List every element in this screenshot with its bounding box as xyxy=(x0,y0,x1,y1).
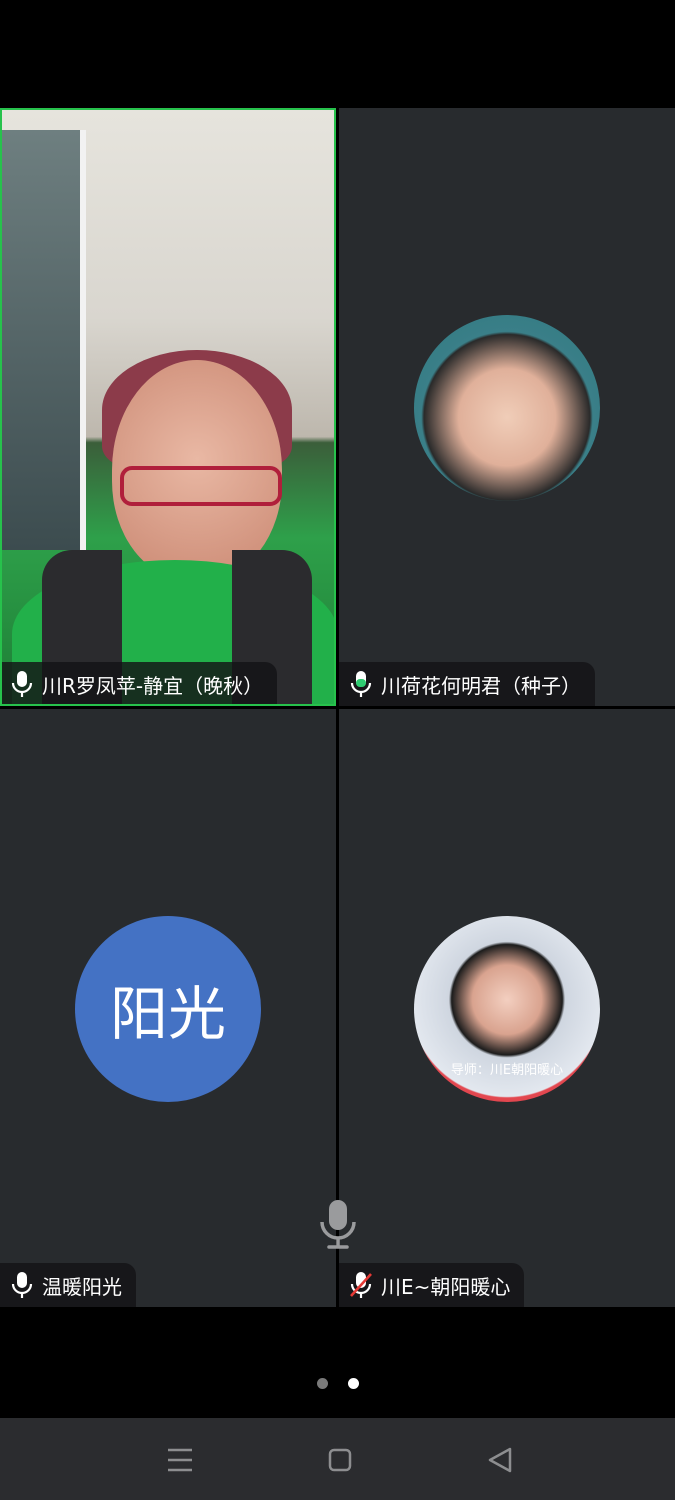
participant-name: 川R罗凤苹-静宜（晚秋） xyxy=(42,673,264,698)
microphone-button[interactable] xyxy=(318,1198,358,1250)
participant-tile-3[interactable]: 阳光 温暖阳光 xyxy=(0,709,336,1307)
participant-avatar xyxy=(414,315,600,501)
home-icon[interactable] xyxy=(320,1443,360,1477)
back-icon[interactable] xyxy=(480,1443,520,1477)
participant-name-label: 温暖阳光 xyxy=(0,1263,136,1307)
participant-tile-2[interactable]: 川荷花何明君（种子） xyxy=(339,108,675,706)
participant-tile-1[interactable]: 川R罗凤苹-静宜（晚秋） xyxy=(0,108,336,706)
participant-name: 川E~朝阳暖心 xyxy=(381,1274,511,1299)
microphone-icon xyxy=(350,671,372,697)
participant-text-avatar: 阳光 xyxy=(75,916,261,1102)
page-dot-1[interactable] xyxy=(316,1378,328,1389)
participant-name-label: 川E~朝阳暖心 xyxy=(339,1263,525,1307)
microphone-icon xyxy=(11,1272,33,1298)
system-navigation-bar xyxy=(0,1418,675,1500)
participant-grid: 川R罗凤苹-静宜（晚秋） 川荷花何明君（种子） 阳光 温暖阳光 导师：川E朝阳暖… xyxy=(0,108,675,1308)
participant-avatar: 导师：川E朝阳暖心 xyxy=(414,916,600,1102)
participant-name: 温暖阳光 xyxy=(42,1274,122,1299)
page-indicator[interactable] xyxy=(0,1378,675,1389)
participant-tile-4[interactable]: 导师：川E朝阳暖心 川E~朝阳暖心 xyxy=(339,709,675,1307)
participant-name: 川荷花何明君（种子） xyxy=(381,673,581,698)
muted-microphone-icon xyxy=(350,1272,372,1298)
page-dot-2[interactable] xyxy=(347,1378,359,1389)
menu-icon[interactable] xyxy=(160,1443,200,1477)
microphone-icon xyxy=(11,671,33,697)
participant-video xyxy=(2,110,334,704)
avatar-caption: 导师：川E朝阳暖心 xyxy=(450,1063,564,1078)
participant-name-label: 川R罗凤苹-静宜（晚秋） xyxy=(2,662,278,704)
participant-name-label: 川荷花何明君（种子） xyxy=(339,662,595,706)
